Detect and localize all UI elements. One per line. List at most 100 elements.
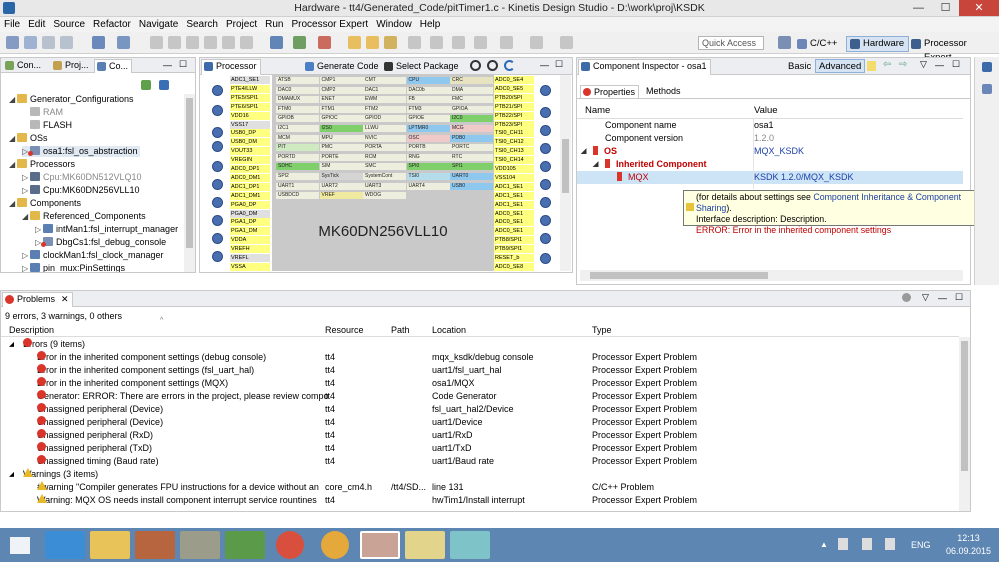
tray-arrow-icon[interactable]: ▲ <box>820 540 828 549</box>
module-uart1[interactable]: UART1 <box>276 182 319 190</box>
pin-label[interactable]: ADC1_SE1 <box>494 191 534 200</box>
column-type[interactable]: Type <box>592 325 612 335</box>
tab-component-inspector[interactable]: Component Inspector - osa1 <box>578 59 711 75</box>
module-porte[interactable]: PORTE <box>319 153 363 161</box>
pin-label[interactable]: VSS17 <box>230 120 270 129</box>
module-portc[interactable]: PORTC <box>450 144 493 152</box>
table-row[interactable]: Unassigned peripheral (RxD) tt4 uart1/RxD P… <box>1 429 959 442</box>
folder-app-icon[interactable] <box>405 531 445 559</box>
module-i2c1[interactable]: I2C1 <box>276 125 319 132</box>
module-portb[interactable]: PORTB <box>406 144 450 152</box>
tab-project-explorer[interactable]: Proj... <box>51 59 92 73</box>
chart-app-icon[interactable] <box>135 531 175 559</box>
minimize-view-icon[interactable]: — <box>163 60 172 70</box>
pin-label[interactable]: VDD105 <box>494 165 534 173</box>
pin-connector-icon[interactable] <box>540 215 551 226</box>
view-menu-icon[interactable]: ▽ <box>920 59 927 70</box>
tab-problems[interactable]: Problems ✕ <box>2 292 73 307</box>
module-usbdcd[interactable]: USBDCD <box>276 192 319 200</box>
column-path[interactable]: Path <box>391 325 410 335</box>
network-icon[interactable] <box>838 538 848 550</box>
module-portd[interactable]: PORTD <box>276 153 319 161</box>
module-ftm3[interactable]: FTM3 <box>406 105 450 113</box>
pin-label[interactable]: RESET_b <box>494 254 534 262</box>
toolbar-icon[interactable] <box>348 36 361 49</box>
expand-arrow-icon[interactable]: ◢ <box>581 146 586 157</box>
toolbar-icon[interactable] <box>60 36 73 49</box>
tree-item[interactable]: ▷ pin_mux:PinSettings <box>22 263 125 272</box>
column-header-name[interactable]: Name <box>585 105 610 116</box>
module-sim[interactable]: SIM <box>319 163 363 171</box>
expand-arrow-icon[interactable]: ▷ <box>22 185 30 196</box>
toolbar-icon[interactable] <box>430 36 443 49</box>
toolbar-icon[interactable] <box>366 36 379 49</box>
restore-view-icon[interactable] <box>982 62 992 72</box>
toolbar-icon[interactable] <box>270 36 283 49</box>
pin-label[interactable]: TSI0_CH14 <box>494 156 534 165</box>
menu-source[interactable]: Source <box>49 17 89 32</box>
perspective-processor-expert-button[interactable]: Processor Expert <box>907 36 999 63</box>
generate-code-button[interactable]: Generate Code <box>303 60 382 74</box>
module-systick[interactable]: SysTick <box>319 173 363 180</box>
expand-arrow-icon[interactable]: ▷ <box>35 224 43 235</box>
problem-group[interactable]: ◢ Errors (9 items) <box>1 338 959 351</box>
quick-access-input[interactable]: Quick Access <box>698 36 764 50</box>
module-llwu[interactable]: LLWU <box>363 125 406 132</box>
table-row[interactable]: Error in the inherited component setting… <box>1 364 959 377</box>
module-rng[interactable]: RNG <box>406 153 450 161</box>
table-row[interactable]: Error in the inherited component setting… <box>1 377 959 390</box>
maximize-view-icon[interactable]: ☐ <box>955 292 963 303</box>
module-cmp2[interactable]: CMP2 <box>319 86 363 94</box>
perspective-hardware-button[interactable]: Hardware <box>846 36 910 52</box>
module-i2c0[interactable]: I2C0 <box>450 115 493 123</box>
pin-connector-icon[interactable] <box>212 127 223 138</box>
pin-label[interactable]: ADC0_DM1 <box>230 173 270 182</box>
pin-connector-icon[interactable] <box>540 161 551 172</box>
processor-vscrollbar[interactable] <box>560 75 571 271</box>
module-ewm[interactable]: EWM <box>363 96 406 104</box>
module-smc[interactable]: SMC <box>363 163 406 171</box>
toolbar-icon[interactable] <box>6 36 19 49</box>
pin-connector-icon[interactable] <box>212 215 223 226</box>
module-rtc[interactable]: RTC <box>450 153 493 161</box>
expand-arrow-icon[interactable]: ◢ <box>593 159 598 170</box>
active-app-icon[interactable] <box>360 531 400 559</box>
module-gpioa[interactable]: GPIOA <box>450 105 493 113</box>
start-button-icon[interactable] <box>10 537 30 554</box>
tab-components[interactable]: Co... <box>94 59 133 73</box>
minimize-view-icon[interactable]: — <box>938 293 947 303</box>
back-arrow-icon[interactable]: ⇦ <box>883 59 891 70</box>
table-row[interactable]: #warning "Compiler generates FPU instruc… <box>1 481 959 494</box>
module-dac1[interactable]: DAC1 <box>363 86 406 94</box>
media-app-icon[interactable] <box>321 531 349 559</box>
pin-label[interactable]: ADC1_DP1 <box>230 182 270 191</box>
pin-label[interactable]: ADC0_DP1 <box>230 165 270 173</box>
maximize-view-icon[interactable]: ☐ <box>555 59 563 70</box>
processor-package-view[interactable]: MK60DN256VLL10 ATSB CMP1 CMT CPU CRC DAC0 CMP2… <box>200 75 560 271</box>
toolbar-icon[interactable] <box>168 36 181 49</box>
pin-label[interactable]: PTB20/SPI <box>494 93 534 102</box>
tree-item[interactable]: FLASH <box>22 120 72 131</box>
toolbar-icon[interactable] <box>117 36 130 49</box>
pin-label[interactable]: ADC1_DM1 <box>230 191 270 200</box>
pin-label[interactable]: TSI0_CH13 <box>494 147 534 156</box>
help-icon[interactable] <box>867 61 876 71</box>
close-tab-icon[interactable]: ✕ <box>61 294 69 304</box>
tree-item[interactable]: ▷ Cpu:MK60DN256VLL10 <box>22 185 140 196</box>
pin-label[interactable]: PGA0_DM <box>230 209 270 218</box>
pin-connector-icon[interactable] <box>540 179 551 190</box>
basic-mode-button[interactable]: Basic <box>788 61 811 72</box>
pin-label[interactable]: ADC1_SE1 <box>494 200 534 209</box>
pin-connector-icon[interactable] <box>540 107 551 118</box>
module-usb0[interactable]: USB0 <box>450 182 493 190</box>
module-ftm2[interactable]: FTM2 <box>363 105 406 113</box>
pin-label[interactable]: ADC1_SE1 <box>494 182 534 191</box>
module-crc[interactable]: CRC <box>450 77 493 84</box>
table-row[interactable]: Warning: MQX OS needs install component … <box>1 494 959 507</box>
add-component-icon[interactable] <box>141 80 151 90</box>
toolbar-icon[interactable] <box>150 36 163 49</box>
expand-arrow-icon[interactable]: ▷ <box>22 172 30 183</box>
module-dmamux[interactable]: DMAMUX <box>276 96 319 104</box>
pin-label[interactable]: ADC0_SE8 <box>494 262 534 271</box>
module-porta[interactable]: PORTA <box>363 144 406 152</box>
